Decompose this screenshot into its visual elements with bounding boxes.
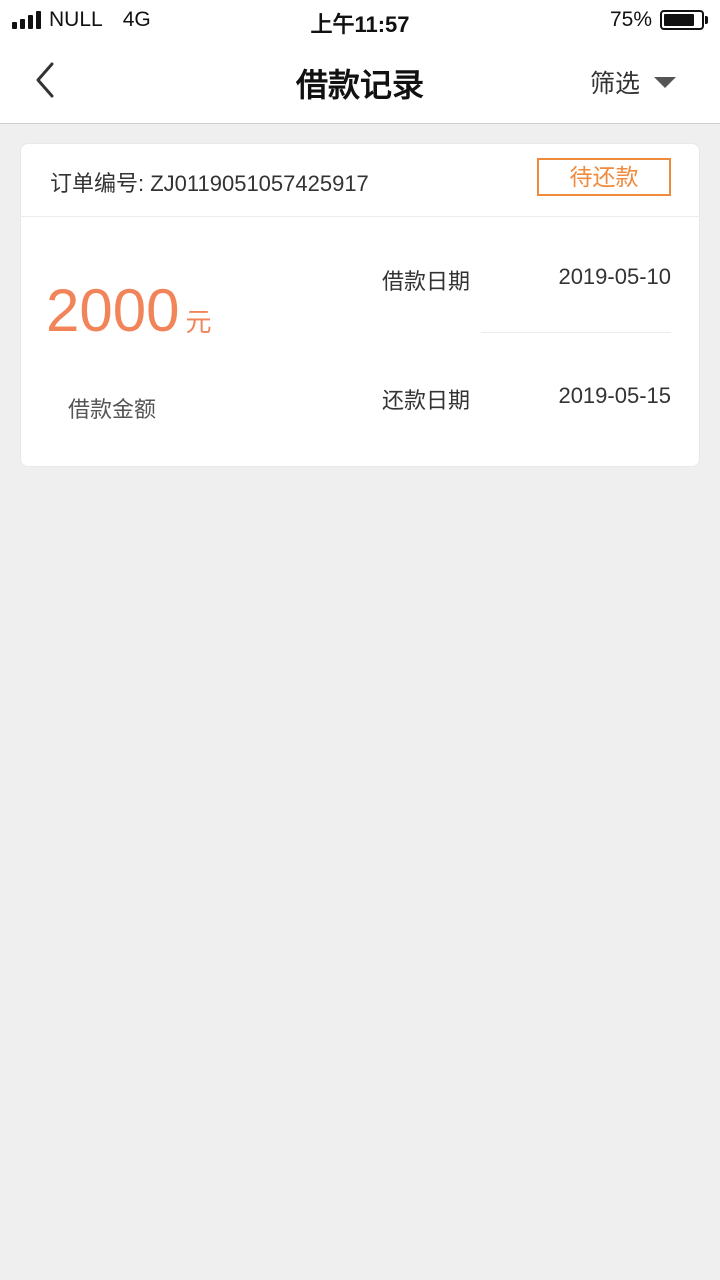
amount-value: 2000 [46,277,180,344]
filter-button[interactable]: 筛选 [590,64,676,100]
amount-label: 借款金额 [68,397,157,422]
loan-amount: 2000 元 [46,276,212,345]
loan-record-card[interactable]: 订单编号: ZJ0119051057425917 待还款 2000 元 借款金额… [20,143,700,467]
order-number: 订单编号: ZJ0119051057425917 [50,171,369,196]
caret-down-icon [654,76,676,88]
divider [481,332,671,333]
battery-percent: 75% [609,8,652,31]
borrow-date-label: 借款日期 [382,269,471,294]
card-header: 订单编号: ZJ0119051057425917 待还款 [21,144,699,217]
repay-date-value: 2019-05-15 [558,383,671,408]
borrow-date-value: 2019-05-10 [558,264,671,289]
nav-bar: 借款记录 筛选 [0,40,720,124]
amount-unit: 元 [185,307,212,337]
battery-icon [660,10,704,30]
filter-label: 筛选 [589,70,640,98]
status-bar: NULL 4G 上午11:57 75% [0,0,720,40]
status-right: 75% [610,8,708,32]
status-badge: 待还款 [537,158,671,196]
repay-date-label: 还款日期 [382,388,471,413]
